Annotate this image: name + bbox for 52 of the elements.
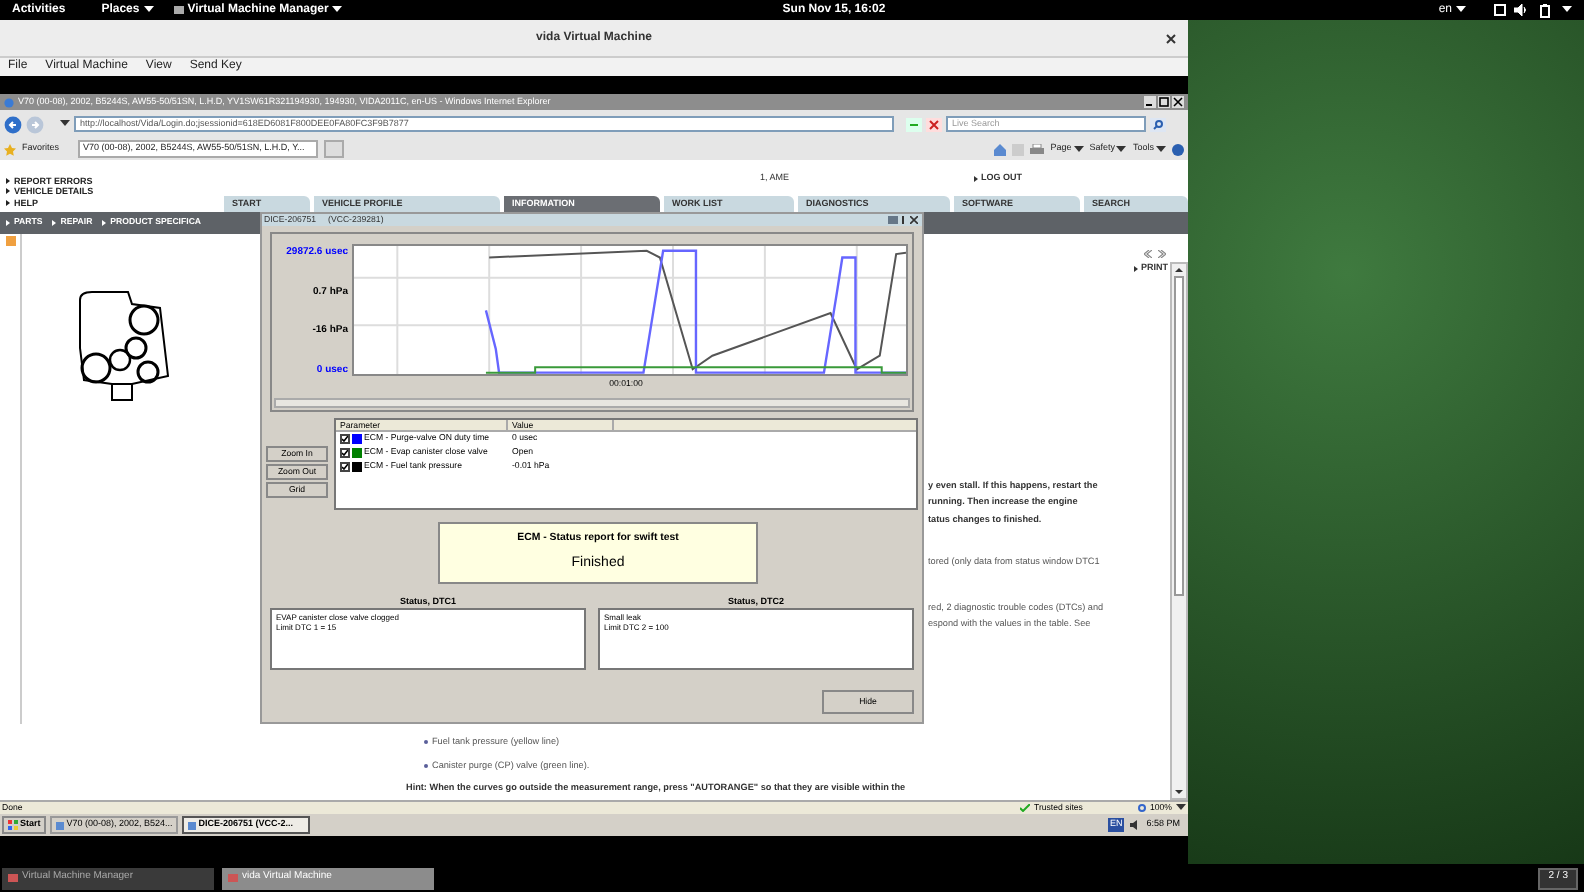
stop-icon[interactable] xyxy=(926,117,942,131)
printer-icon[interactable] xyxy=(1030,143,1045,155)
check-icon xyxy=(342,464,348,470)
window-icon xyxy=(56,821,65,829)
check-icon xyxy=(1020,804,1030,812)
scroll-up-icon[interactable] xyxy=(1172,264,1186,276)
caret-icon xyxy=(60,120,70,128)
app-icon xyxy=(173,6,184,14)
previous-icon[interactable] xyxy=(1144,250,1152,258)
caret-icon xyxy=(332,6,343,14)
speaker-icon xyxy=(1130,820,1141,830)
scrollbar-thumb[interactable] xyxy=(1174,276,1184,596)
caret-icon xyxy=(143,6,154,14)
caret-icon xyxy=(1456,6,1466,14)
battery-icon xyxy=(1540,3,1550,17)
refresh-icon[interactable] xyxy=(906,117,922,131)
checkbox[interactable] xyxy=(340,448,350,458)
caret-icon xyxy=(1073,145,1084,153)
search-icon[interactable] xyxy=(1150,117,1166,131)
arrow-icon xyxy=(52,220,57,226)
checkbox[interactable] xyxy=(340,434,350,444)
checkbox[interactable] xyxy=(340,462,350,472)
caret-icon xyxy=(1116,145,1127,153)
horizontal-scrollbar[interactable] xyxy=(274,398,910,408)
maximize-icon[interactable] xyxy=(1158,96,1170,108)
check-icon xyxy=(342,436,348,442)
volume-icon xyxy=(1514,4,1528,16)
window-icon xyxy=(228,874,238,882)
vertical-scrollbar[interactable] xyxy=(1170,262,1188,800)
next-icon[interactable] xyxy=(1158,250,1166,258)
window-icon xyxy=(188,821,197,829)
close-icon[interactable] xyxy=(1166,33,1176,43)
close-icon[interactable] xyxy=(910,216,918,224)
star-icon xyxy=(4,143,16,155)
help-icon[interactable] xyxy=(1172,143,1184,155)
caret-icon xyxy=(1156,145,1166,153)
close-icon[interactable] xyxy=(1172,96,1184,108)
back-icon[interactable] xyxy=(4,115,22,133)
window-icon xyxy=(8,874,18,882)
zoom-icon xyxy=(1138,804,1146,812)
windows-logo-icon xyxy=(8,820,18,830)
arrow-icon xyxy=(1133,265,1137,272)
home-icon[interactable] xyxy=(994,143,1007,155)
browser-icon xyxy=(4,97,14,107)
window-icon xyxy=(1494,4,1506,16)
arrow-icon xyxy=(973,175,978,181)
check-icon xyxy=(342,450,348,456)
arrow-icon xyxy=(102,220,107,226)
minimize-icon[interactable] xyxy=(1144,96,1156,108)
arrow-icon xyxy=(6,220,10,226)
caret-icon xyxy=(1562,6,1572,14)
document-icon xyxy=(6,236,16,246)
